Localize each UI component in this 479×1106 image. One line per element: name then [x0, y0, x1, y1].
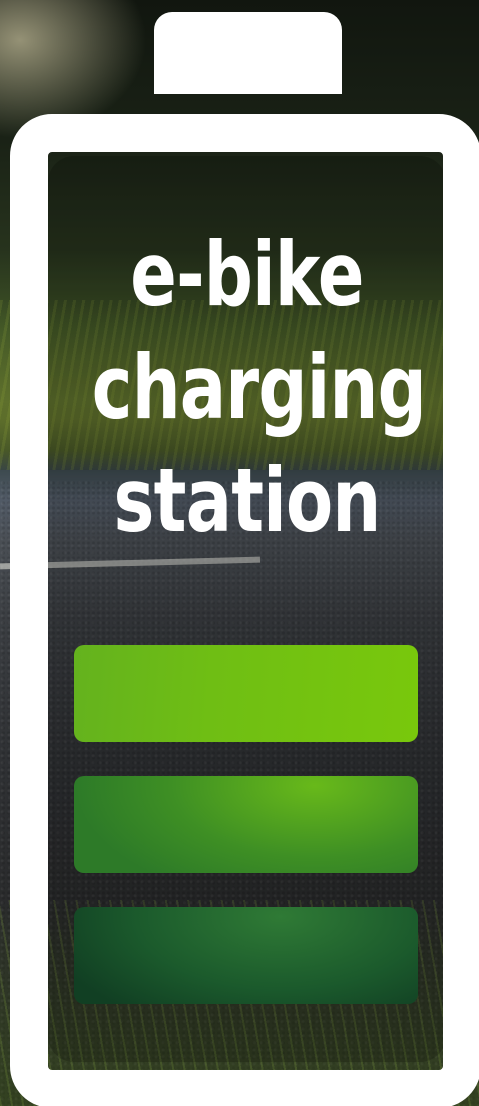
poster-title: e-bike charging station	[91, 218, 427, 557]
charge-cell-middle	[74, 776, 418, 873]
title-line-2: charging	[91, 336, 427, 439]
poster: e-bike charging station	[0, 0, 479, 1106]
charge-cell-top	[74, 645, 418, 742]
charge-cell-bottom	[74, 907, 418, 1004]
title-line-1: e-bike	[130, 223, 364, 326]
battery-terminal	[154, 12, 342, 94]
title-line-3: station	[113, 449, 382, 552]
